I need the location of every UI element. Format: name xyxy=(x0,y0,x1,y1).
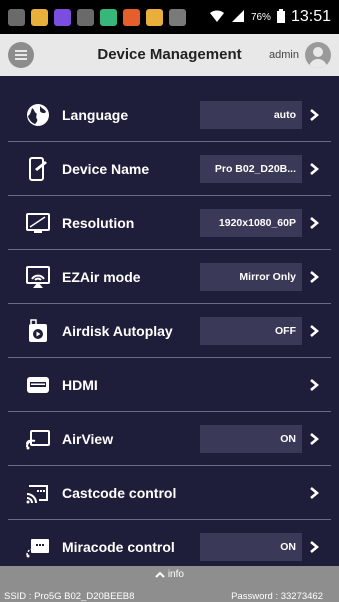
notification-icon xyxy=(169,8,186,26)
setting-value[interactable]: 1920x1080_60P xyxy=(200,208,302,237)
setting-row-ezair-mode[interactable]: EZAir mode Mirror Only xyxy=(8,250,331,304)
chevron-right-icon[interactable] xyxy=(309,540,323,554)
notification-icon xyxy=(8,8,25,26)
chevron-right-icon[interactable] xyxy=(309,486,323,500)
status-bar: 76% 13:51 xyxy=(0,0,339,34)
setting-value[interactable]: ON xyxy=(200,533,302,561)
play-card-icon xyxy=(25,318,51,344)
setting-label: HDMI xyxy=(62,376,98,393)
info-label: info xyxy=(167,569,184,580)
user-menu[interactable]: admin xyxy=(269,42,339,68)
globe-icon xyxy=(25,102,51,128)
miracode-icon xyxy=(25,534,51,560)
setting-row-device-name[interactable]: Device Name Pro B02_D20B... xyxy=(8,142,331,196)
notification-icon xyxy=(31,8,48,26)
setting-row-resolution[interactable]: Resolution 1920x1080_60P xyxy=(8,196,331,250)
setting-label: EZAir mode xyxy=(62,268,141,285)
cast-icon xyxy=(25,264,51,290)
app-header: Device Management admin xyxy=(0,34,339,76)
notification-icon xyxy=(100,8,117,26)
avatar-icon xyxy=(305,42,331,68)
info-toggle[interactable]: info xyxy=(0,569,339,580)
setting-label: Resolution xyxy=(62,214,135,231)
clock: 13:51 xyxy=(290,8,331,25)
setting-value[interactable]: OFF xyxy=(200,316,302,345)
chevron-right-icon[interactable] xyxy=(309,108,323,122)
setting-row-castcode-control[interactable]: Castcode control xyxy=(8,466,331,520)
setting-value[interactable]: Pro B02_D20B... xyxy=(200,154,302,183)
setting-row-airdisk-autoplay[interactable]: Airdisk Autoplay OFF xyxy=(8,304,331,358)
chevron-right-icon[interactable] xyxy=(309,378,323,392)
setting-label: Airdisk Autoplay xyxy=(62,322,173,339)
setting-label: Miracode control xyxy=(62,539,175,555)
menu-icon[interactable] xyxy=(8,42,34,68)
setting-value[interactable]: ON xyxy=(200,424,302,453)
wifi-icon xyxy=(209,9,225,26)
setting-label: Device Name xyxy=(62,160,150,177)
monitor-icon xyxy=(25,210,51,236)
setting-row-airview[interactable]: AirView ON xyxy=(8,412,331,466)
castcode-icon xyxy=(25,480,51,506)
setting-value[interactable]: Mirror Only xyxy=(200,262,302,291)
setting-row-hdmi[interactable]: HDMI xyxy=(8,358,331,412)
setting-value[interactable]: auto xyxy=(200,100,302,129)
signal-icon xyxy=(231,9,245,26)
chevron-right-icon[interactable] xyxy=(309,270,323,284)
battery-percent: 76% xyxy=(250,11,271,23)
notification-icon xyxy=(77,8,94,26)
chevron-up-icon xyxy=(155,571,165,578)
battery-icon xyxy=(276,8,285,26)
notification-icon xyxy=(54,8,71,26)
setting-row-language[interactable]: Language auto xyxy=(8,88,331,142)
username: admin xyxy=(269,49,299,61)
ssid-text: SSID : Pro5G B02_D20BEEB8 xyxy=(4,591,135,602)
chevron-right-icon[interactable] xyxy=(309,162,323,176)
chevron-right-icon[interactable] xyxy=(309,324,323,338)
chevron-right-icon[interactable] xyxy=(309,432,323,446)
hdmi-icon xyxy=(25,372,51,398)
notification-icon xyxy=(123,8,140,26)
airview-icon xyxy=(25,426,51,452)
setting-label: Castcode control xyxy=(62,484,177,501)
device-edit-icon xyxy=(25,156,51,182)
notification-icon xyxy=(146,8,163,26)
footer-bar[interactable]: info SSID : Pro5G B02_D20BEEB8 Password … xyxy=(0,566,339,602)
chevron-right-icon[interactable] xyxy=(309,216,323,230)
password-text: Password : 33273462 xyxy=(231,591,323,602)
settings-list: Language auto Device Name Pro B02_D20B... Re… xyxy=(8,88,331,574)
setting-label: Language xyxy=(62,106,129,123)
notification-icons xyxy=(0,8,186,26)
setting-label: AirView xyxy=(62,430,114,447)
